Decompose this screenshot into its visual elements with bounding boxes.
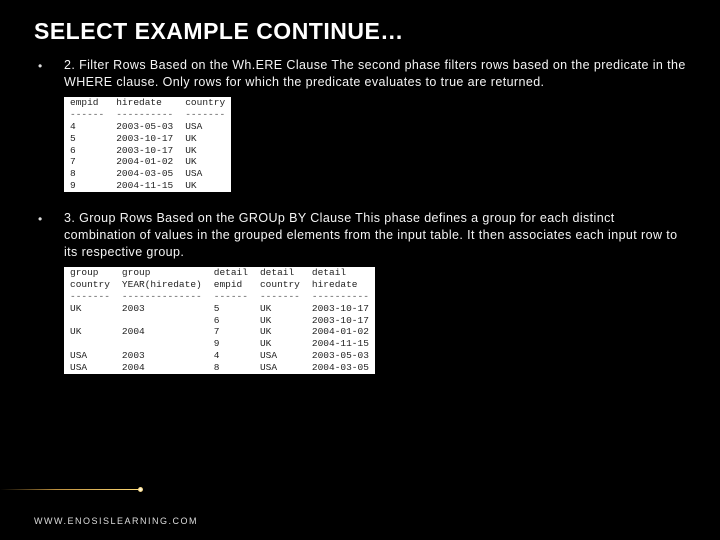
col-hiredate: hiredate — [110, 97, 179, 109]
table-cell: 5 — [208, 303, 254, 315]
table-cell: USA — [179, 121, 231, 133]
table-row: USA20048USA2004-03-05 — [64, 362, 375, 374]
table-dash-row: ------ ---------- ------- — [64, 109, 231, 121]
table-cell: 9 — [208, 338, 254, 350]
bullet-marker: • — [34, 210, 64, 228]
table-cell: 7 — [64, 156, 110, 168]
table-row: 52003-10-17UK — [64, 133, 231, 145]
table-row: 92004-11-15UK — [64, 180, 231, 192]
table-cell: USA — [254, 350, 306, 362]
table-row: UK20035UK2003-10-17 — [64, 303, 375, 315]
table-row: USA20034USA2003-05-03 — [64, 350, 375, 362]
table-cell: UK — [179, 133, 231, 145]
table-cell: USA — [179, 168, 231, 180]
table-header-row: group group detail detail detail — [64, 267, 375, 279]
table-cell: 8 — [64, 168, 110, 180]
table-cell: 2004-01-02 — [306, 326, 375, 338]
table-cell — [64, 315, 116, 327]
col-empid: empid — [64, 97, 110, 109]
table-cell: 2003-10-17 — [110, 133, 179, 145]
table-cell: 2004 — [116, 362, 208, 374]
table-cell: UK — [254, 338, 306, 350]
table-cell: 8 — [208, 362, 254, 374]
table-cell: 2003-10-17 — [110, 145, 179, 157]
bullet-item-1: • 2. Filter Rows Based on the Wh.ERE Cla… — [34, 57, 686, 91]
table-cell: 9 — [64, 180, 110, 192]
accent-underline — [0, 489, 140, 490]
table-cell: UK — [254, 315, 306, 327]
table-cell: UK — [254, 303, 306, 315]
table-cell: 2004-03-05 — [110, 168, 179, 180]
table-row: 62003-10-17UK — [64, 145, 231, 157]
table-cell: 2004-03-05 — [306, 362, 375, 374]
table-cell: 7 — [208, 326, 254, 338]
table-cell: 6 — [208, 315, 254, 327]
table-cell: 4 — [64, 121, 110, 133]
table-cell — [116, 315, 208, 327]
table-2-wrap: group group detail detail detail country… — [64, 267, 686, 374]
table-1-wrap: empid hiredate country ------ ----------… — [64, 97, 686, 192]
table-row: UK20047UK2004-01-02 — [64, 326, 375, 338]
table-cell: USA — [254, 362, 306, 374]
table-cell: 2003-05-03 — [110, 121, 179, 133]
bullet-text-1: 2. Filter Rows Based on the Wh.ERE Claus… — [64, 57, 686, 91]
table-cell: 6 — [64, 145, 110, 157]
bullet-item-2: • 3. Group Rows Based on the GROUp BY Cl… — [34, 210, 686, 261]
table-cell: 5 — [64, 133, 110, 145]
table-row: 9UK2004-11-15 — [64, 338, 375, 350]
table-cell — [116, 338, 208, 350]
table-cell: UK — [179, 156, 231, 168]
table-subheader-row: country YEAR(hiredate) empid country hir… — [64, 279, 375, 291]
table-filter-rows: empid hiredate country ------ ----------… — [64, 97, 231, 192]
table-cell: 4 — [208, 350, 254, 362]
table-cell: UK — [179, 145, 231, 157]
table-row: 82004-03-05USA — [64, 168, 231, 180]
table-cell: 2003-10-17 — [306, 303, 375, 315]
slide-title: SELECT EXAMPLE CONTINUE… — [34, 18, 686, 45]
table-row: 72004-01-02UK — [64, 156, 231, 168]
bullet-marker: • — [34, 57, 64, 75]
table-cell: UK — [64, 326, 116, 338]
table-cell: UK — [254, 326, 306, 338]
table-row: 6UK2003-10-17 — [64, 315, 375, 327]
table-cell: 2003-10-17 — [306, 315, 375, 327]
table-cell: 2004-11-15 — [110, 180, 179, 192]
table-header-row: empid hiredate country — [64, 97, 231, 109]
table-cell: 2004 — [116, 326, 208, 338]
slide: SELECT EXAMPLE CONTINUE… • 2. Filter Row… — [0, 0, 720, 540]
table-cell: 2004-01-02 — [110, 156, 179, 168]
table-row: 42003-05-03USA — [64, 121, 231, 133]
table-dash-row: ------- -------------- ------ ------- --… — [64, 291, 375, 303]
table-cell: UK — [64, 303, 116, 315]
table-cell: USA — [64, 350, 116, 362]
table-group-rows: group group detail detail detail country… — [64, 267, 375, 374]
table-cell: 2004-11-15 — [306, 338, 375, 350]
table-cell: 2003-05-03 — [306, 350, 375, 362]
table-cell: UK — [179, 180, 231, 192]
col-country: country — [179, 97, 231, 109]
table-cell — [64, 338, 116, 350]
footer-url: WWW.ENOSISLEARNING.COM — [34, 516, 198, 526]
table-cell: 2003 — [116, 303, 208, 315]
table-cell: 2003 — [116, 350, 208, 362]
bullet-text-2: 3. Group Rows Based on the GROUp BY Clau… — [64, 210, 686, 261]
table-cell: USA — [64, 362, 116, 374]
